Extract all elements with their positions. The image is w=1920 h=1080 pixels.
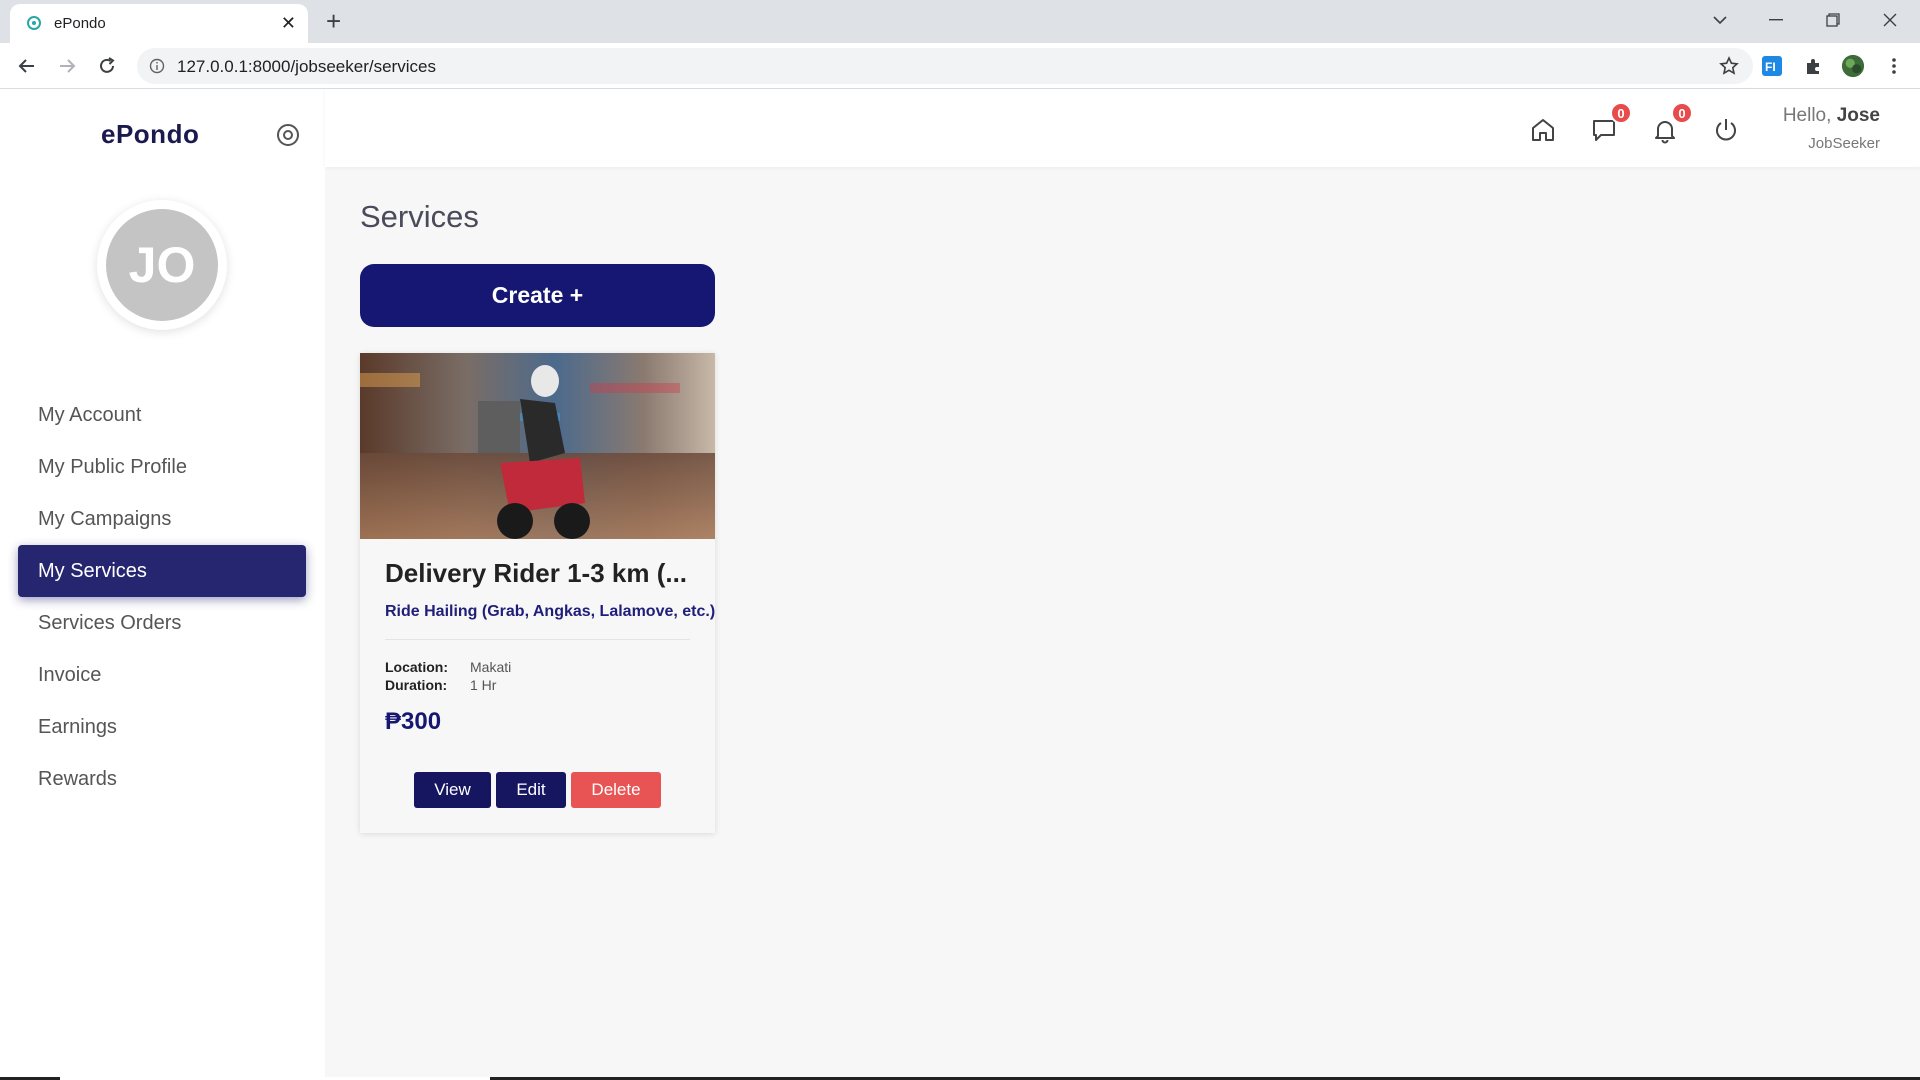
sidebar-item-rewards[interactable]: Rewards xyxy=(18,753,306,805)
main-content: 0 0 Hello, Jose JobSeeker Services Creat… xyxy=(325,89,1920,1080)
greeting-text: Hello, xyxy=(1782,105,1832,126)
restore-icon[interactable] xyxy=(1813,6,1853,34)
view-button[interactable]: View xyxy=(414,772,491,808)
duration-label: Duration: xyxy=(385,677,448,693)
tab-close-icon[interactable]: ✕ xyxy=(281,13,296,33)
messages-icon[interactable]: 0 xyxy=(1588,102,1632,146)
svg-text:FI: FI xyxy=(1765,60,1776,74)
avatar-initials: JO xyxy=(106,209,218,321)
card-divider xyxy=(385,639,690,640)
home-icon[interactable] xyxy=(1527,114,1559,146)
sidebar-toggle-icon[interactable] xyxy=(275,122,301,148)
sidebar-item-my-services[interactable]: My Services xyxy=(18,545,306,597)
tab-search-icon[interactable] xyxy=(1700,6,1740,34)
service-title[interactable]: Delivery Rider 1-3 km (... xyxy=(385,558,690,589)
url-text: 127.0.0.1:8000/jobseeker/services xyxy=(177,57,436,76)
site-info-icon[interactable] xyxy=(149,58,165,74)
user-name: Jose xyxy=(1836,105,1880,126)
user-role: JobSeeker xyxy=(1808,135,1880,152)
delete-button[interactable]: Delete xyxy=(571,772,661,808)
messages-badge: 0 xyxy=(1610,102,1632,124)
brand-logo[interactable]: ePondo xyxy=(101,119,199,150)
service-category: Ride Hailing (Grab, Angkas, Lalamove, et… xyxy=(385,603,715,620)
tab-title: ePondo xyxy=(54,15,106,32)
bookmark-star-icon[interactable] xyxy=(1719,56,1739,76)
page-title: Services xyxy=(360,199,479,234)
epondo-favicon-icon xyxy=(27,16,41,30)
sidebar: ePondo JO My Account My Public Profile M… xyxy=(0,89,325,1080)
sidebar-menu: My Account My Public Profile My Campaign… xyxy=(18,389,306,805)
sidebar-item-earnings[interactable]: Earnings xyxy=(18,701,306,753)
browser-menu-icon[interactable] xyxy=(1882,54,1906,78)
close-window-icon[interactable] xyxy=(1870,6,1910,34)
browser-tab[interactable]: ePondo ✕ xyxy=(10,4,308,43)
notifications-badge: 0 xyxy=(1671,102,1693,124)
service-price: ₱300 xyxy=(385,708,442,735)
minimize-icon[interactable] xyxy=(1756,6,1796,34)
duration-value: 1 Hr xyxy=(470,677,497,693)
sidebar-item-invoice[interactable]: Invoice xyxy=(18,649,306,701)
create-service-button[interactable]: Create + xyxy=(360,264,715,327)
browser-toolbar: 127.0.0.1:8000/jobseeker/services FI xyxy=(0,43,1920,89)
sidebar-item-my-campaigns[interactable]: My Campaigns xyxy=(18,493,306,545)
service-details: Delivery Rider 1-3 km (... Ride Hailing … xyxy=(385,558,715,736)
avatar: JO xyxy=(97,200,227,330)
browser-tabstrip: ePondo ✕ + xyxy=(0,0,1920,43)
reload-icon[interactable] xyxy=(95,54,119,78)
sidebar-item-my-account[interactable]: My Account xyxy=(18,389,306,441)
forward-icon[interactable] xyxy=(55,54,79,78)
extensions-puzzle-icon[interactable] xyxy=(1801,54,1825,78)
back-icon[interactable] xyxy=(15,54,39,78)
card-actions: View Edit Delete xyxy=(414,772,661,808)
service-meta: Location: Makati Duration: 1 Hr xyxy=(385,658,715,694)
location-value: Makati xyxy=(470,659,512,675)
address-bar[interactable]: 127.0.0.1:8000/jobseeker/services xyxy=(137,48,1753,84)
user-greeting: Hello, Jose JobSeeker xyxy=(1783,105,1880,152)
edit-button[interactable]: Edit xyxy=(496,772,566,808)
service-image[interactable] xyxy=(360,353,715,539)
extension-fi-icon[interactable]: FI xyxy=(1760,54,1784,78)
power-icon[interactable] xyxy=(1710,114,1742,146)
notifications-icon[interactable]: 0 xyxy=(1649,102,1693,146)
new-tab-button[interactable]: + xyxy=(326,8,341,34)
top-header: 0 0 Hello, Jose JobSeeker xyxy=(325,89,1920,167)
location-label: Location: xyxy=(385,659,448,675)
service-card: Delivery Rider 1-3 km (... Ride Hailing … xyxy=(360,353,715,833)
profile-avatar-icon[interactable] xyxy=(1841,54,1865,78)
sidebar-item-my-public-profile[interactable]: My Public Profile xyxy=(18,441,306,493)
sidebar-item-services-orders[interactable]: Services Orders xyxy=(18,597,306,649)
